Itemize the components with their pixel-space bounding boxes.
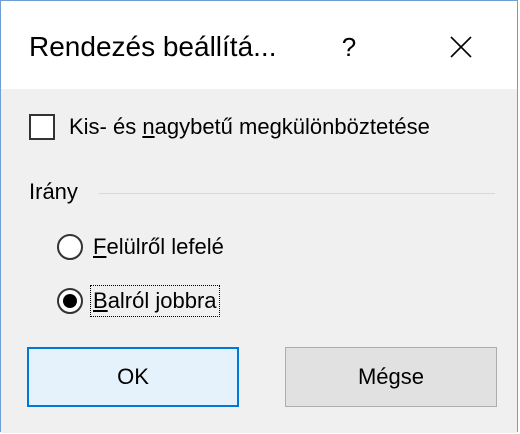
radio-button-top-to-bottom[interactable] bbox=[57, 234, 83, 260]
case-sensitive-label: Kis- és nagybetű megkülönböztetése bbox=[69, 114, 430, 139]
radio-label-top-to-bottom: Felülről lefelé bbox=[93, 234, 224, 259]
cancel-button[interactable]: Mégse bbox=[285, 347, 497, 407]
direction-group-label: Irány bbox=[29, 179, 78, 204]
case-sensitive-option[interactable]: Kis- és nagybetű megkülönböztetése bbox=[29, 109, 430, 145]
title-bar: Rendezés beállítá... ? bbox=[1, 1, 517, 89]
help-button[interactable]: ? bbox=[319, 21, 379, 73]
radio-label-left-to-right: Balról jobbra bbox=[90, 285, 220, 317]
sort-options-dialog: Rendezés beállítá... ? Kis- és nagybetű … bbox=[0, 0, 518, 433]
close-icon bbox=[450, 36, 472, 58]
radio-top-to-bottom[interactable]: Felülről lefelé bbox=[57, 229, 224, 265]
case-sensitive-checkbox[interactable] bbox=[29, 114, 55, 140]
group-divider bbox=[99, 193, 495, 194]
radio-left-to-right[interactable]: Balról jobbra bbox=[57, 283, 220, 319]
ok-button[interactable]: OK bbox=[27, 347, 239, 407]
close-button[interactable] bbox=[429, 21, 493, 73]
dialog-title: Rendezés beállítá... bbox=[29, 31, 277, 62]
dialog-body: Kis- és nagybetű megkülönböztetése Irány… bbox=[1, 89, 517, 433]
radio-button-left-to-right[interactable] bbox=[57, 288, 83, 314]
